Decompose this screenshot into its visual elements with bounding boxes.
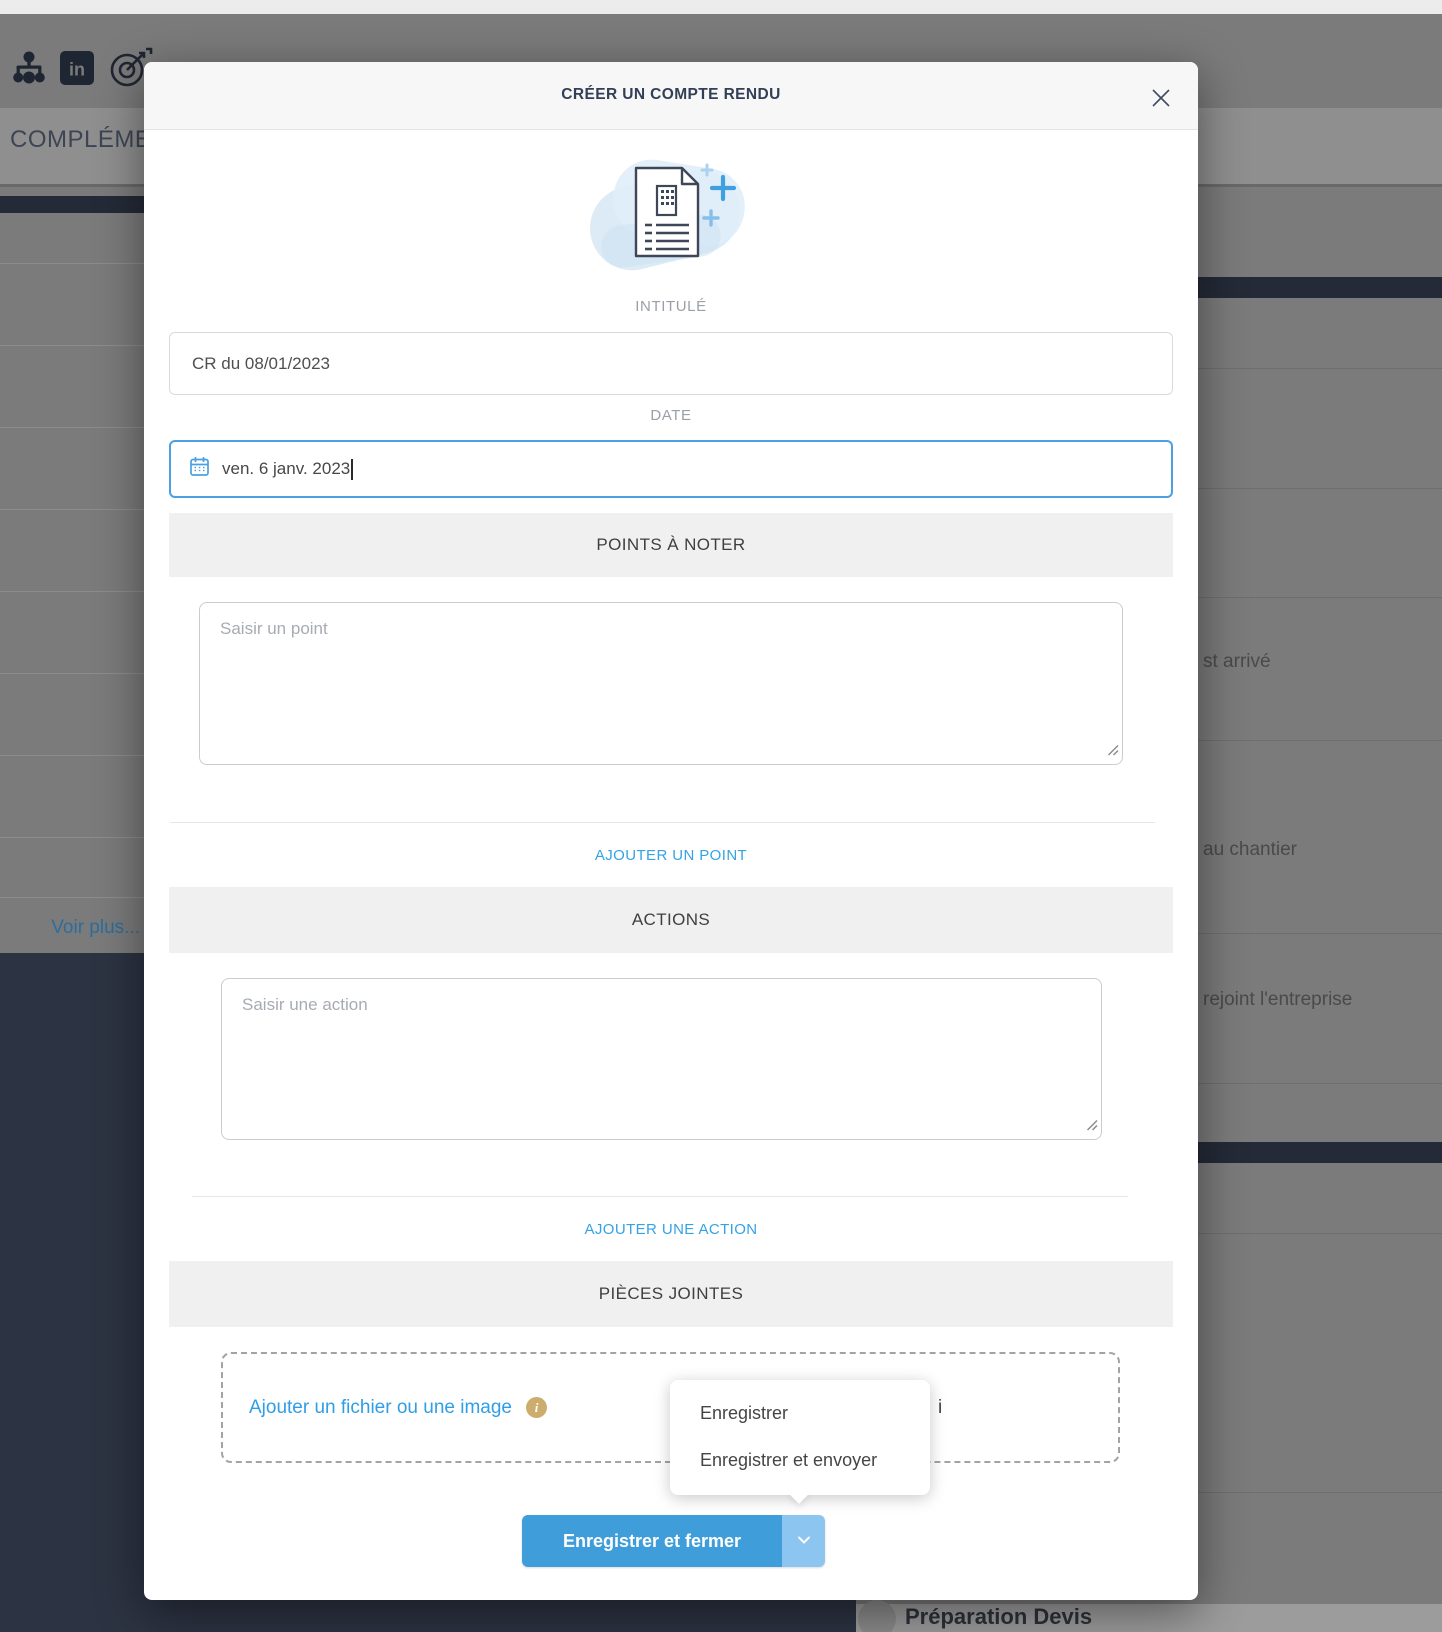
menu-item-enregistrer-envoyer[interactable]: Enregistrer et envoyer: [670, 1437, 930, 1484]
point-textarea-wrap: [199, 602, 1123, 765]
info-icon[interactable]: i: [526, 1397, 547, 1418]
svg-text:in: in: [69, 60, 85, 80]
save-options-toggle[interactable]: [782, 1515, 825, 1567]
date-value: ven. 6 janv. 2023: [222, 459, 350, 479]
close-button[interactable]: [1148, 86, 1174, 112]
bottom-item-title: Préparation Devis: [905, 1604, 1092, 1630]
browser-top-strip: [0, 0, 1442, 14]
text-cursor: [351, 459, 353, 480]
action-textarea[interactable]: [221, 978, 1102, 1140]
actions-section-header: ACTIONS: [169, 887, 1173, 953]
intitule-input[interactable]: [169, 332, 1173, 395]
action-textarea-wrap: [221, 978, 1102, 1140]
timeline-item: au chantier: [1203, 839, 1297, 861]
calendar-icon: [189, 456, 210, 482]
menu-pointer: [789, 1484, 809, 1504]
create-report-modal: CRÉER UN COMPTE RENDU: [144, 62, 1198, 1600]
points-section-header: POINTS À NOTER: [169, 513, 1173, 577]
save-and-close-button[interactable]: Enregistrer et fermer: [522, 1515, 782, 1567]
timeline-item: rejoint l'entreprise: [1203, 989, 1352, 1011]
attachments-section-header: PIÈCES JOINTES: [169, 1261, 1173, 1327]
divider: [192, 1196, 1128, 1197]
save-options-menu: Enregistrer Enregistrer et envoyer: [670, 1380, 930, 1495]
add-file-link[interactable]: Ajouter un fichier ou une image i: [249, 1354, 547, 1461]
point-textarea[interactable]: [199, 602, 1123, 765]
date-label: DATE: [144, 407, 1198, 424]
chevron-down-icon: [794, 1530, 814, 1553]
linkedin-icon[interactable]: in: [60, 51, 94, 90]
timeline-item: st arrivé: [1203, 651, 1271, 673]
screen: in COMPLÉMENT Voir plus... st arrivé au …: [0, 0, 1442, 1632]
intitule-label: INTITULÉ: [144, 298, 1198, 315]
add-point-link[interactable]: AJOUTER UN POINT: [144, 847, 1198, 864]
date-input[interactable]: ven. 6 janv. 2023: [169, 440, 1173, 498]
org-chart-icon[interactable]: [10, 50, 48, 91]
add-action-link[interactable]: AJOUTER UNE ACTION: [144, 1221, 1198, 1238]
menu-item-enregistrer[interactable]: Enregistrer: [670, 1390, 930, 1437]
report-illustration-icon: [561, 150, 781, 280]
partial-hidden-text: i: [938, 1354, 942, 1461]
voir-plus-link[interactable]: Voir plus...: [0, 917, 140, 939]
close-icon: [1150, 97, 1172, 112]
save-split-button: Enregistrer et fermer: [522, 1515, 825, 1567]
modal-title: CRÉER UN COMPTE RENDU: [144, 86, 1198, 104]
avatar: [858, 1600, 896, 1632]
divider: [170, 822, 1155, 823]
